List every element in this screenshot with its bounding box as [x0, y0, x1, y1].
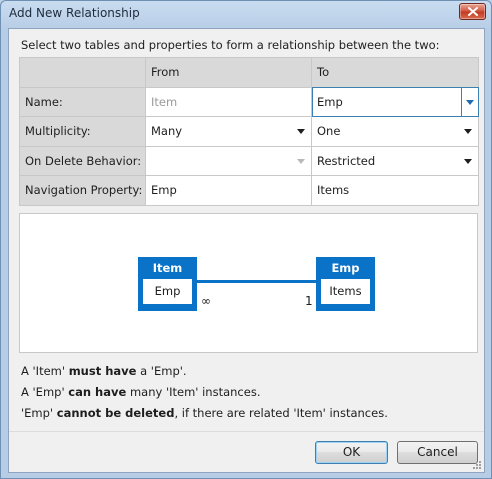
to-multiplicity-value: One	[317, 124, 341, 139]
desc1-part-b: must have	[68, 364, 137, 378]
left-multiplicity: ∞	[201, 294, 211, 308]
desc1-part-c: a 'Emp'.	[136, 364, 187, 378]
resize-grip-icon[interactable]	[472, 460, 482, 470]
from-navigation-property-field[interactable]: Emp	[145, 175, 312, 206]
chevron-down-icon	[297, 129, 305, 135]
name-label: Name:	[19, 86, 146, 117]
description-line-2: A 'Emp' can have many 'Item' instances.	[21, 385, 260, 399]
footer-divider	[9, 431, 484, 432]
navigation-property-label: Navigation Property:	[19, 175, 146, 206]
instructions-text: Select two tables and properties to form…	[21, 38, 440, 52]
to-name-value: Emp	[317, 94, 343, 109]
chevron-down-icon	[297, 158, 305, 164]
to-name-dropdown[interactable]: Emp	[311, 86, 479, 117]
desc3-part-a: 'Emp'	[21, 406, 57, 420]
ok-button[interactable]: OK	[315, 441, 388, 464]
relationship-grid: From To Name: Item Emp Multiplicity: Man…	[19, 57, 479, 206]
relationship-connector	[197, 280, 316, 283]
grid-header-corner	[19, 57, 146, 88]
to-on-delete-value: Restricted	[317, 153, 376, 168]
close-x-icon	[468, 7, 478, 16]
window-title: Add New Relationship	[9, 6, 140, 20]
title-bar[interactable]: Add New Relationship	[1, 1, 491, 28]
right-multiplicity: 1	[305, 294, 313, 308]
grid-header-from: From	[145, 57, 312, 88]
chevron-down-icon	[466, 99, 474, 105]
left-entity-name: Item	[152, 261, 183, 275]
from-on-delete-dropdown	[145, 145, 312, 176]
dropdown-button[interactable]	[461, 87, 478, 116]
grid-header-to: To	[311, 57, 479, 88]
multiplicity-label: Multiplicity:	[19, 116, 146, 147]
desc2-part-c: many 'Item' instances.	[126, 385, 261, 399]
from-multiplicity-dropdown[interactable]: Many	[145, 116, 312, 147]
desc2-part-a: A 'Emp'	[21, 385, 69, 399]
right-entity-box: Emp Items	[316, 257, 375, 311]
from-name-field: Item	[145, 86, 312, 117]
desc3-part-c: , if there are related 'Item' instances.	[174, 406, 388, 420]
dialog-client-area: Select two tables and properties to form…	[8, 28, 485, 473]
desc3-part-b: cannot be deleted	[56, 406, 175, 420]
left-entity-box: Item Emp	[138, 257, 197, 311]
description-line-1: A 'Item' must have a 'Emp'.	[21, 364, 187, 378]
relationship-diagram: Item Emp Emp Items ∞ 1	[19, 213, 478, 353]
description-line-3: 'Emp' cannot be deleted, if there are re…	[21, 406, 388, 420]
dialog-window: Add New Relationship Select two tables a…	[0, 0, 492, 479]
right-entity-property: Items	[321, 279, 370, 304]
chevron-down-icon	[464, 129, 472, 135]
close-button[interactable]	[459, 3, 486, 20]
cancel-button[interactable]: Cancel	[397, 441, 478, 464]
chevron-down-icon	[464, 158, 472, 164]
desc1-part-a: A 'Item'	[21, 364, 69, 378]
to-navigation-property-field[interactable]: Items	[311, 175, 479, 206]
on-delete-label: On Delete Behavior:	[19, 145, 146, 176]
from-multiplicity-value: Many	[151, 124, 183, 139]
right-entity-name: Emp	[331, 261, 360, 275]
to-multiplicity-dropdown[interactable]: One	[311, 116, 479, 147]
to-on-delete-dropdown[interactable]: Restricted	[311, 145, 479, 176]
desc2-part-b: can have	[68, 385, 127, 399]
left-entity-property: Emp	[143, 279, 192, 304]
